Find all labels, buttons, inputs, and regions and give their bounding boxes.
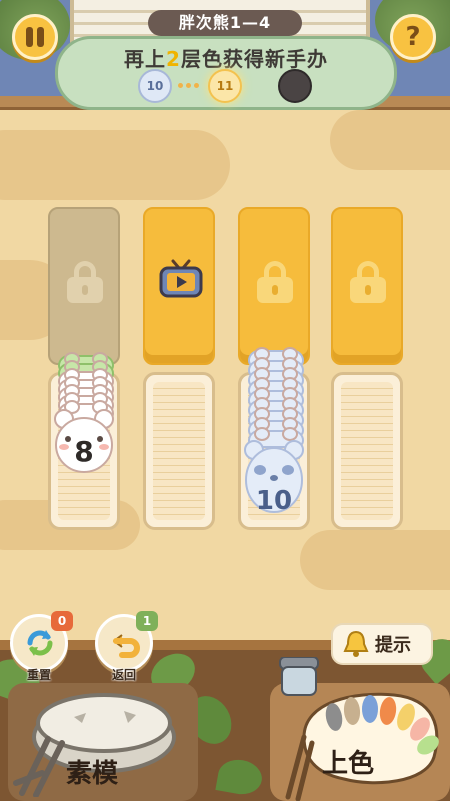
reward-progress: 10 11 [138,69,318,105]
reset-count-badge: 0 [51,611,73,631]
goal-text: 再上2层色获得新手办 [124,47,328,71]
hint-button[interactable]: 提示 [331,623,433,665]
lock-icon [350,261,386,303]
reset-label: 重置 [26,668,51,682]
undo-arrow-icon [113,634,140,658]
paintbrush-icon [285,734,315,801]
reset-button[interactable]: 0 重置 [10,611,73,682]
bear-tray[interactable] [331,372,403,530]
chisel-tools-icon [13,736,65,797]
bell-icon [343,630,369,657]
undo-label: 返回 [111,668,136,682]
level-title: 胖次熊1—4 [148,10,302,36]
question-icon: ? [405,22,421,52]
bear-stack-10[interactable]: 10 [244,347,304,520]
locked-slot[interactable] [48,207,120,365]
plaster-mold-button[interactable]: 素模 [8,683,198,801]
goal-panel: 再上2层色获得新手办 10 11 [55,36,397,110]
video-unlock-slot[interactable] [143,207,215,365]
bear-count-label: 10 [255,486,293,516]
bear-count-label: 8 [74,435,94,468]
help-button[interactable]: ? [390,14,436,60]
progress-bear-10: 10 [138,69,172,103]
bear-tray[interactable] [143,372,215,530]
lock-icon [257,261,293,303]
pause-button[interactable] [12,14,58,60]
paint-button[interactable]: 上色 [270,657,450,801]
hint-label: 提示 [375,635,411,656]
progress-bear-locked [278,69,312,103]
undo-count-badge: 1 [136,611,158,631]
pause-icon [26,27,44,47]
refresh-icon [27,630,53,656]
game-scene: 再上2层色获得新手办 10 11 胖次熊1—4 ? 8 10 0 重置 1 返回… [0,0,450,801]
undo-button[interactable]: 1 返回 [95,611,158,682]
bear-stack-8[interactable]: 8 [54,352,114,475]
progress-dots [178,83,199,89]
locked-slot[interactable] [331,207,403,365]
goal-number: 2 [166,47,181,71]
progress-bear-11: 11 [208,69,242,103]
locked-slot[interactable] [238,207,310,365]
lock-icon [67,261,103,303]
plaster-label: 素模 [66,759,119,789]
tv-video-icon [159,259,203,298]
paint-label: 上色 [322,749,375,779]
